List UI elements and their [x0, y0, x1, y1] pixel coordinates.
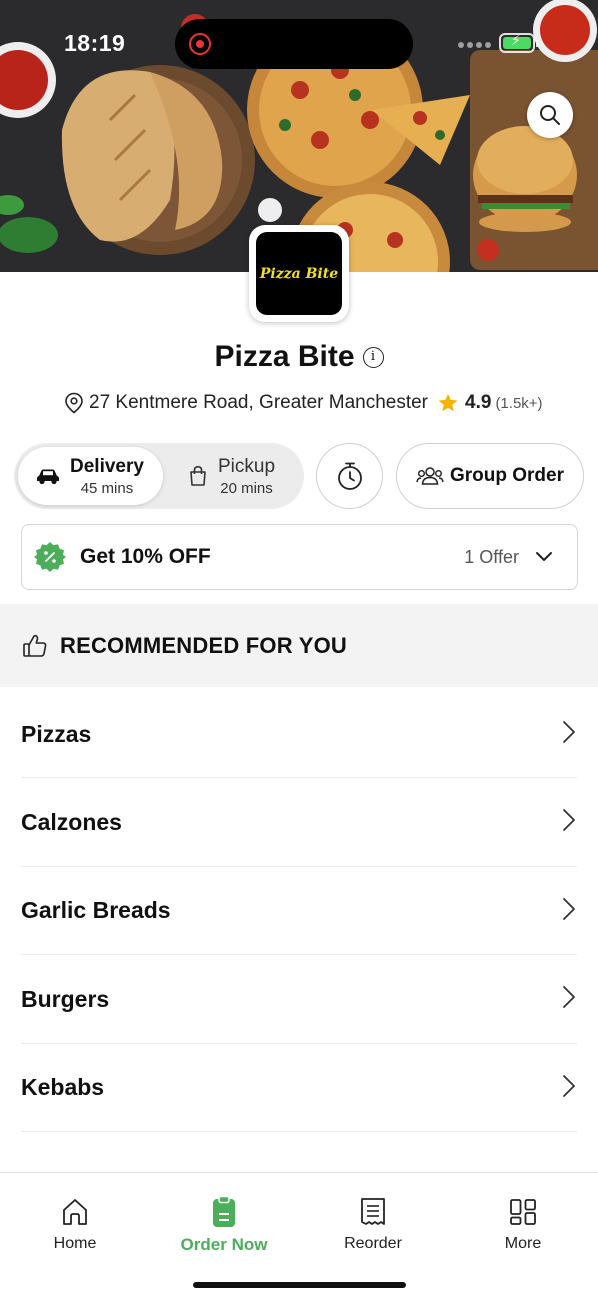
- restaurant-address: 27 Kentmere Road, Greater Manchester: [89, 392, 429, 413]
- grid-icon: [510, 1199, 536, 1225]
- car-icon: [37, 469, 59, 485]
- search-icon: [540, 105, 560, 125]
- receipt-icon: [361, 1198, 385, 1225]
- tab-reorder[interactable]: Reorder: [313, 1195, 433, 1253]
- tab-home-label: Home: [53, 1235, 97, 1252]
- star-icon: [438, 393, 458, 412]
- category-row-garlic-breads[interactable]: Garlic Breads: [0, 867, 598, 956]
- delivery-time: 45 mins: [80, 479, 134, 497]
- rating-value: 4.9: [465, 392, 492, 413]
- category-row-pizzas[interactable]: Pizzas: [0, 690, 598, 779]
- status-time: 18:19: [64, 30, 126, 56]
- delivery-label: Delivery: [70, 455, 144, 477]
- stopwatch-icon: [337, 462, 362, 490]
- restaurant-logo: Pizza Bite: [249, 225, 349, 322]
- chevron-right-icon: [563, 1074, 575, 1097]
- tab-order-now-label: Order Now: [180, 1235, 268, 1254]
- category-label: Calzones: [21, 809, 122, 836]
- group-order-button[interactable]: Group Order: [396, 443, 584, 509]
- category-label: Garlic Breads: [21, 897, 171, 924]
- signal-icon: [458, 42, 491, 48]
- category-row-kebabs[interactable]: Kebabs: [0, 1044, 598, 1133]
- offer-title: Get 10% OFF: [80, 545, 211, 568]
- bottom-tab-bar: Home Order Now Reorder More: [0, 1172, 598, 1300]
- tab-order-now[interactable]: Order Now: [164, 1195, 284, 1255]
- battery-charging-icon: [499, 33, 539, 53]
- info-icon[interactable]: i: [362, 347, 384, 368]
- chevron-right-icon: [563, 897, 575, 920]
- chevron-right-icon: [563, 809, 575, 832]
- restaurant-name-row: Pizza Bite i: [0, 340, 598, 374]
- shopping-bag-icon: [190, 465, 206, 486]
- recording-icon: [189, 33, 211, 55]
- search-button[interactable]: [527, 92, 573, 138]
- tab-home[interactable]: Home: [15, 1195, 135, 1253]
- category-row-calzones[interactable]: Calzones: [0, 778, 598, 868]
- rating-count: (1.5k+): [495, 394, 543, 412]
- tab-more-label: More: [504, 1235, 542, 1252]
- chevron-down-icon: [536, 552, 552, 561]
- restaurant-name: Pizza Bite: [214, 340, 355, 373]
- category-label: Kebabs: [21, 1074, 105, 1101]
- tab-reorder-label: Reorder: [344, 1235, 402, 1252]
- offer-count: 1 Offer: [464, 546, 519, 567]
- home-icon: [63, 1199, 87, 1225]
- dynamic-island: [175, 19, 413, 69]
- logo-text: Pizza Bite: [259, 265, 339, 282]
- category-label: Pizzas: [21, 720, 92, 747]
- category-label: Burgers: [21, 985, 110, 1012]
- home-indicator: [193, 1282, 406, 1288]
- pickup-time: 20 mins: [220, 479, 273, 497]
- discount-badge-icon: [34, 542, 66, 572]
- address-row: 27 Kentmere Road, Greater Manchester 4.9…: [64, 392, 543, 414]
- delivery-option[interactable]: Delivery 45 mins: [18, 447, 163, 505]
- tab-more[interactable]: More: [463, 1195, 583, 1253]
- recommended-title: RECOMMENDED FOR YOU: [60, 632, 347, 658]
- category-row-burgers[interactable]: Burgers: [0, 955, 598, 1044]
- order-list-icon: [213, 1196, 235, 1227]
- category-list: Pizzas Calzones Garlic Breads Burgers Ke…: [0, 690, 598, 1133]
- offer-banner[interactable]: Get 10% OFF 1 Offer: [21, 524, 578, 590]
- thumbs-up-icon: [23, 634, 47, 657]
- group-order-label: Group Order: [449, 465, 564, 486]
- location-pin-icon: [65, 392, 83, 414]
- chevron-right-icon: [563, 721, 575, 743]
- order-mode-toggle: Delivery 45 mins Pickup 20 mins: [14, 443, 304, 509]
- group-users-icon: [416, 467, 444, 485]
- pickup-label: Pickup: [218, 455, 276, 477]
- chevron-right-icon: [563, 986, 575, 1009]
- schedule-button[interactable]: [316, 443, 383, 509]
- pickup-option[interactable]: Pickup 20 mins: [174, 447, 302, 505]
- recommended-header: RECOMMENDED FOR YOU: [0, 604, 598, 687]
